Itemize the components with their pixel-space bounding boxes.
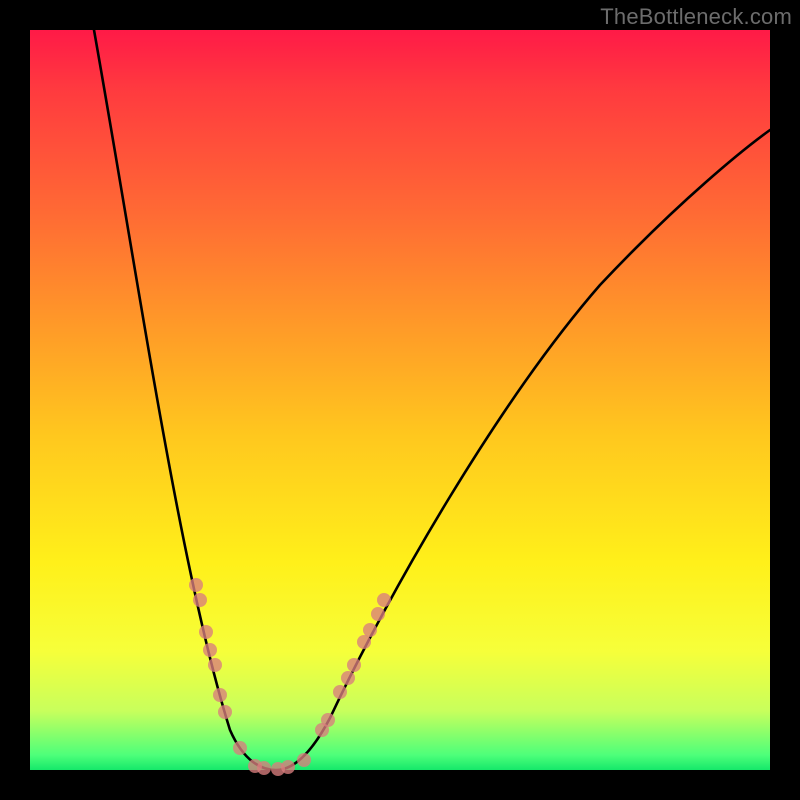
chart-svg [30,30,770,770]
bottleneck-curve [94,30,770,770]
plot-area [30,30,770,770]
data-markers [189,578,391,776]
chart-frame: TheBottleneck.com [0,0,800,800]
watermark-text: TheBottleneck.com [600,4,792,30]
